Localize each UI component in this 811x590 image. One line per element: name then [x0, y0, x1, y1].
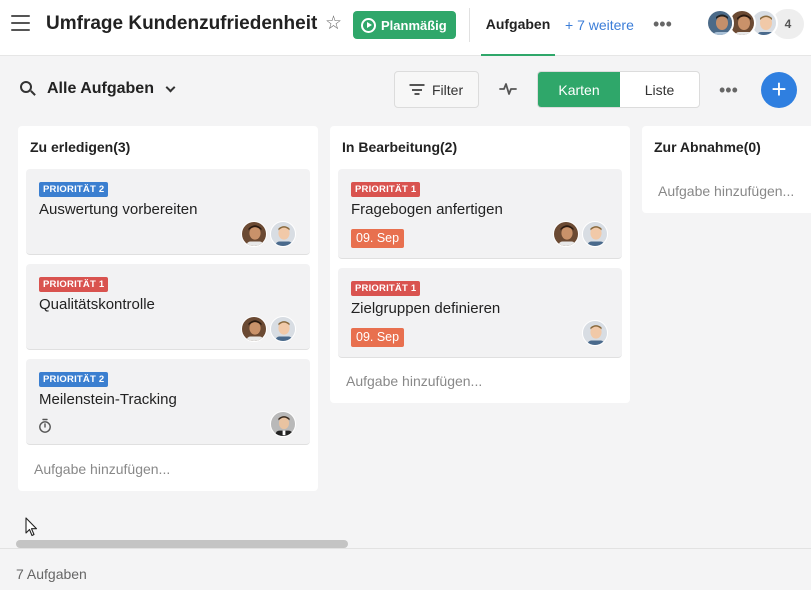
avatar — [553, 221, 579, 247]
column-title: Zur Abnahme(0) — [654, 139, 761, 155]
avatar — [270, 411, 296, 437]
column-review: Zur Abnahme(0) Aufgabe hinzufügen... — [642, 126, 811, 213]
avatar — [582, 221, 608, 247]
task-title: Fragebogen anfertigen — [351, 201, 503, 218]
more-dots-icon[interactable]: ••• — [653, 15, 672, 33]
priority-badge: PRIORITÄT 1 — [351, 182, 421, 197]
header-divider — [469, 8, 470, 42]
avatar — [241, 221, 267, 247]
add-task-button[interactable]: + — [761, 72, 797, 108]
horizontal-scrollbar[interactable] — [16, 540, 811, 548]
filter-label: Filter — [432, 81, 464, 98]
avatar — [582, 320, 608, 346]
avatar — [706, 9, 734, 37]
activity-icon[interactable] — [499, 80, 517, 98]
avatar — [241, 316, 267, 342]
view-selector[interactable]: Alle Aufgaben — [47, 80, 154, 98]
top-bar: Umfrage Kundenzufriedenheit ☆ Planmäßig … — [0, 0, 811, 56]
chevron-down-icon[interactable] — [165, 82, 176, 93]
menu-icon[interactable] — [11, 15, 30, 32]
tab-aufgaben[interactable]: Aufgaben — [481, 0, 555, 56]
task-count: 7 Aufgaben — [16, 566, 87, 582]
task-title: Meilenstein-Tracking — [39, 391, 177, 408]
task-title: Qualitätskontrolle — [39, 296, 155, 313]
tab-more-link[interactable]: + 7 weitere — [565, 17, 634, 33]
add-task-link[interactable]: Aufgabe hinzufügen... — [34, 461, 170, 477]
plus-icon: + — [771, 74, 787, 104]
search-icon[interactable] — [20, 81, 36, 97]
task-title: Auswertung vorbereiten — [39, 201, 198, 218]
mouse-cursor-icon — [25, 517, 38, 537]
column-title: In Bearbeitung(2) — [342, 139, 458, 155]
view-toggle: Karten Liste — [537, 71, 700, 108]
view-cards-button[interactable]: Karten — [538, 72, 620, 107]
priority-badge: PRIORITÄT 1 — [39, 277, 109, 292]
add-task-link[interactable]: Aufgabe hinzufügen... — [346, 373, 482, 389]
column-todo: Zu erledigen(3) PRIORITÄT 2 Auswertung v… — [18, 126, 318, 491]
due-date-badge: 09. Sep — [351, 229, 405, 248]
priority-badge: PRIORITÄT 1 — [351, 281, 421, 296]
task-card[interactable]: PRIORITÄT 1 Fragebogen anfertigen 09. Se… — [338, 169, 622, 259]
scrollbar-thumb[interactable] — [16, 540, 348, 548]
filter-icon — [409, 84, 424, 95]
project-title: Umfrage Kundenzufriedenheit — [46, 13, 318, 34]
priority-badge: PRIORITÄT 2 — [39, 372, 109, 387]
task-card[interactable]: PRIORITÄT 1 Qualitätskontrolle — [26, 264, 310, 350]
priority-badge: PRIORITÄT 2 — [39, 182, 109, 197]
avatar — [270, 221, 296, 247]
timer-icon — [39, 418, 51, 433]
task-card[interactable]: PRIORITÄT 2 Auswertung vorbereiten — [26, 169, 310, 255]
view-list-button[interactable]: Liste — [620, 72, 699, 107]
task-card[interactable]: PRIORITÄT 2 Meilenstein-Tracking — [26, 359, 310, 445]
add-task-link[interactable]: Aufgabe hinzufügen... — [658, 183, 794, 199]
task-title: Zielgruppen definieren — [351, 300, 501, 317]
column-in-progress: In Bearbeitung(2) PRIORITÄT 1 Fragebogen… — [330, 126, 630, 403]
toolbar-more-icon[interactable]: ••• — [719, 81, 738, 99]
play-icon — [361, 17, 376, 33]
avatar — [270, 316, 296, 342]
filter-button[interactable]: Filter — [394, 71, 479, 108]
status-label: Planmäßig — [381, 17, 447, 33]
due-date-badge: 09. Sep — [351, 328, 405, 347]
status-button[interactable]: Planmäßig — [353, 11, 456, 39]
column-title: Zu erledigen(3) — [30, 139, 131, 155]
task-card[interactable]: PRIORITÄT 1 Zielgruppen definieren 09. S… — [338, 268, 622, 358]
footer-divider — [0, 548, 811, 549]
star-icon[interactable]: ☆ — [325, 14, 342, 33]
